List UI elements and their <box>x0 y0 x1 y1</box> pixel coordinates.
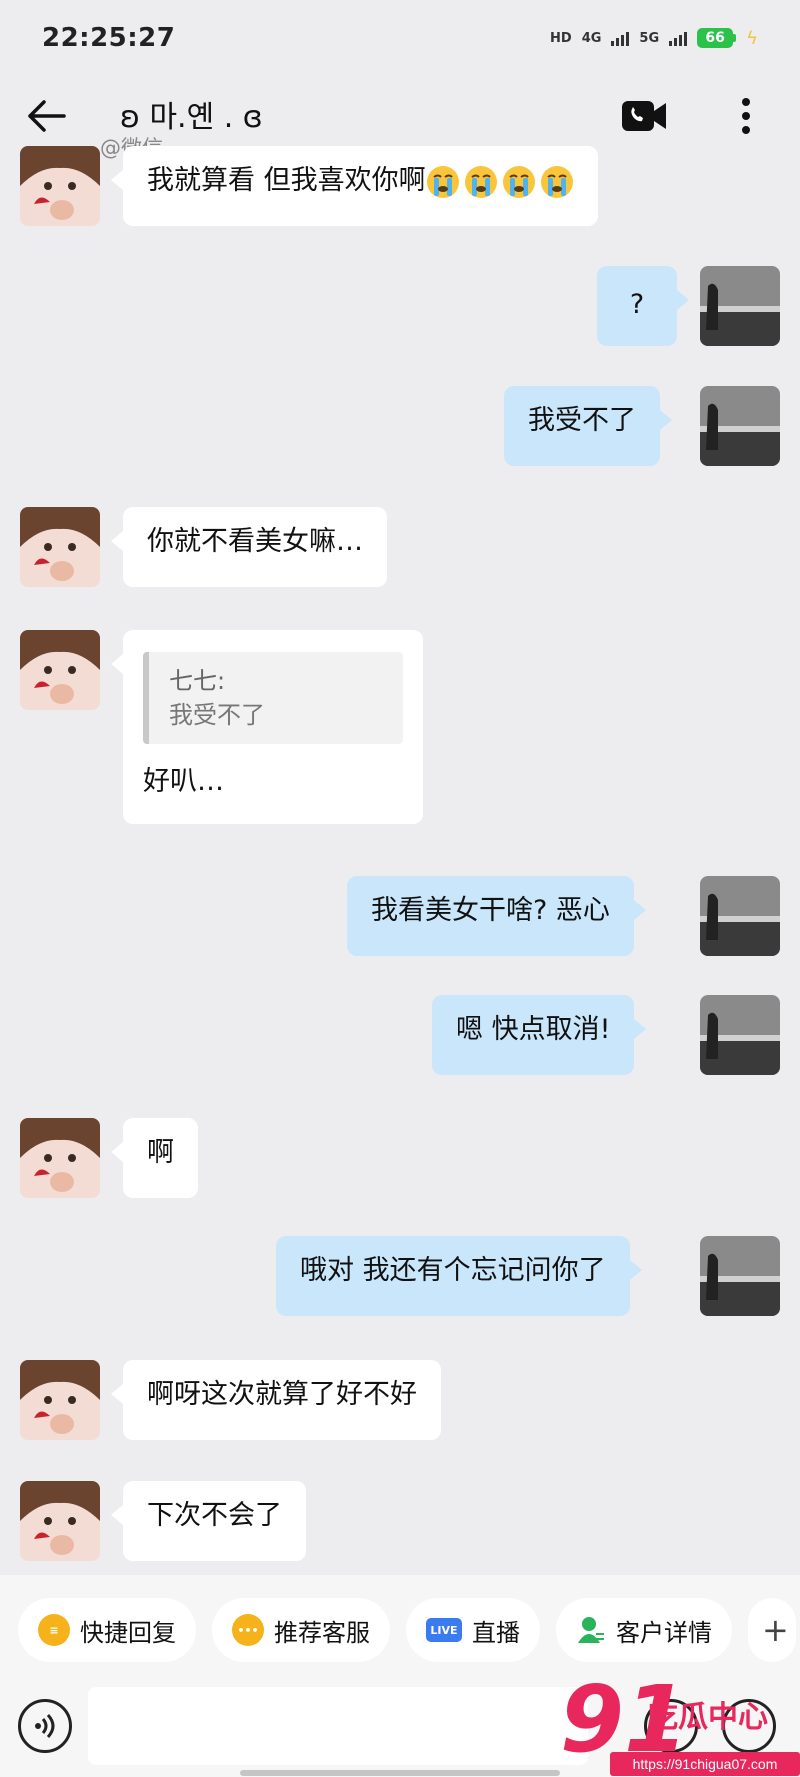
signal-4g-icon <box>611 30 630 46</box>
home-indicator[interactable] <box>240 1770 560 1776</box>
self-avatar[interactable] <box>700 876 780 956</box>
live-icon: LIVE <box>426 1618 462 1642</box>
message-text: 哦对 我还有个忘记问你了 <box>300 1255 606 1286</box>
video-call-icon[interactable] <box>620 98 668 134</box>
plus-icon: + <box>762 1611 789 1649</box>
crying-emoji-icon <box>502 165 535 198</box>
self-avatar[interactable] <box>700 1236 780 1316</box>
message-bubble[interactable]: 我受不了 <box>504 386 672 466</box>
self-avatar[interactable] <box>700 266 780 346</box>
battery-level: 66 <box>697 28 734 48</box>
quoted-message[interactable]: 七七: 我受不了 <box>143 652 403 744</box>
quick-reply-icon: ≡ <box>38 1614 70 1646</box>
message-bubble[interactable]: 啊 <box>111 1118 198 1198</box>
signal-5g-icon <box>669 30 688 46</box>
chip-label: 客户详情 <box>616 1618 712 1647</box>
message-bubble[interactable]: 哦对 我还有个忘记问你了 <box>276 1236 642 1316</box>
message-bubble-with-quote[interactable]: 七七: 我受不了 好叭… <box>111 630 423 824</box>
contact-avatar[interactable] <box>20 146 100 226</box>
quote-text: 我受不了 <box>169 701 265 729</box>
message-text: 好叭… <box>143 766 224 797</box>
quote-sender: 七七: <box>169 667 226 695</box>
hd-badge: HD <box>550 30 572 46</box>
customer-detail-button[interactable]: 客户详情 <box>556 1598 732 1662</box>
contact-avatar[interactable] <box>20 1360 100 1440</box>
more-actions-button[interactable]: + <box>748 1598 796 1662</box>
message-text: ? <box>629 289 645 320</box>
quick-reply-button[interactable]: ≡ 快捷回复 <box>18 1598 196 1662</box>
message-bubble[interactable]: 嗯 快点取消! <box>432 995 647 1075</box>
crying-emoji-icon <box>540 165 573 198</box>
message-bubble[interactable]: 我就算看 但我喜欢你啊 <box>111 146 598 226</box>
message-bubble[interactable]: 我看美女干啥? 恶心 <box>347 876 646 956</box>
contact-avatar[interactable] <box>20 507 100 587</box>
self-avatar[interactable] <box>700 386 780 466</box>
back-arrow-icon[interactable] <box>24 94 68 138</box>
message-text: 我就算看 但我喜欢你啊 <box>147 165 426 196</box>
chip-label: 推荐客服 <box>274 1618 370 1647</box>
contact-avatar[interactable] <box>20 630 100 710</box>
voice-input-button[interactable] <box>18 1699 72 1753</box>
status-time: 22:25:27 <box>42 23 176 53</box>
message-text: 我受不了 <box>528 405 636 436</box>
battery-icon: 66 <box>697 28 737 48</box>
self-avatar[interactable] <box>700 995 780 1075</box>
message-bubble[interactable]: 下次不会了 <box>111 1481 306 1561</box>
message-bubble[interactable]: 你就不看美女嘛… <box>111 507 387 587</box>
live-button[interactable]: LIVE 直播 <box>406 1598 540 1662</box>
contact-avatar[interactable] <box>20 1118 100 1198</box>
crying-emoji-icon <box>464 165 497 198</box>
more-options-icon[interactable] <box>728 94 764 138</box>
message-text: 啊呀这次就算了好不好 <box>147 1379 417 1410</box>
status-bar: 22:25:27 HD 4G 5G 66 ϟ <box>0 0 800 76</box>
network-4g-label: 4G <box>581 30 602 46</box>
message-bubble[interactable]: ? <box>597 266 689 346</box>
message-text: 啊 <box>147 1137 174 1168</box>
chip-label: 直播 <box>472 1618 520 1647</box>
status-icons: HD 4G 5G 66 ϟ <box>550 28 758 49</box>
message-text: 你就不看美女嘛… <box>147 526 363 557</box>
message-text: 嗯 快点取消! <box>456 1014 611 1045</box>
recommend-service-icon: ••• <box>232 1614 264 1646</box>
chip-label: 快捷回复 <box>80 1618 176 1647</box>
network-5g-label: 5G <box>639 30 660 46</box>
contact-name: ʚ 마.옌 . ɞ <box>120 100 263 135</box>
charging-icon: ϟ <box>746 27 758 49</box>
contact-avatar[interactable] <box>20 1481 100 1561</box>
watermark-title: 吃瓜中心 <box>648 1700 768 1735</box>
customer-detail-icon <box>578 1617 604 1643</box>
recommend-service-button[interactable]: ••• 推荐客服 <box>212 1598 390 1662</box>
message-text: 我看美女干啥? 恶心 <box>371 895 610 926</box>
message-text: 下次不会了 <box>147 1500 282 1531</box>
crying-emoji-group <box>426 165 574 199</box>
voice-icon <box>35 1713 55 1739</box>
message-bubble[interactable]: 啊呀这次就算了好不好 <box>111 1360 441 1440</box>
message-input[interactable] <box>88 1687 588 1765</box>
watermark-url: https://91chigua07.com <box>610 1752 800 1776</box>
watermark: 91 吃瓜中心 https://91chigua07.com <box>560 1666 800 1777</box>
crying-emoji-icon <box>426 165 459 198</box>
